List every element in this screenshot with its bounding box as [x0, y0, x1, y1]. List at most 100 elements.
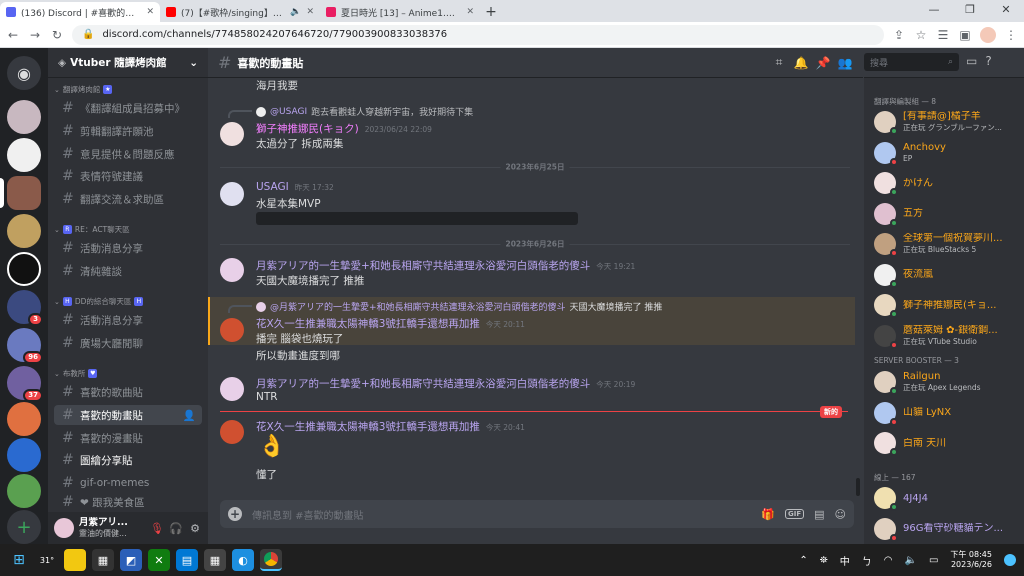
server-icon[interactable] — [7, 252, 41, 286]
gift-icon[interactable]: 🎁 — [761, 508, 775, 521]
threads-icon[interactable]: ⌗ — [771, 55, 787, 70]
calculator-icon[interactable]: ▦ — [204, 549, 226, 571]
bell-icon[interactable]: 🔔 — [793, 56, 809, 70]
reply-preview[interactable]: @USAGI 跑去看觀蛙人穿越新宇宙，我好期待下集 — [228, 105, 473, 118]
speaker-icon[interactable]: 🔈 — [904, 555, 916, 566]
server-icon[interactable] — [7, 438, 41, 472]
new-tab-button[interactable]: + — [480, 2, 502, 22]
member-item[interactable]: [有事請@]橘子羊 正在玩 グランブルーファン... — [874, 108, 1022, 136]
member-item[interactable]: 夜流嵐 — [874, 261, 1022, 289]
chevron-up-icon[interactable]: ⌃ — [799, 555, 807, 566]
channel-item[interactable]: # 意見提供＆問題反應 — [54, 144, 202, 164]
gif-button[interactable]: GIF — [784, 509, 805, 519]
spoiler-block[interactable] — [256, 212, 578, 225]
browser-tab-discord[interactable]: (136) Discord | #喜歡的動畫貼 | ✕ — [0, 2, 160, 22]
server-icon[interactable] — [7, 138, 41, 172]
ime-mode-icon[interactable]: ㄅ — [862, 553, 872, 568]
minimize-button[interactable]: — — [916, 0, 952, 22]
member-item[interactable]: Railgun 正在玩 Apex Legends — [874, 368, 1022, 396]
member-item[interactable]: 蘑菇萊姆 ✿-銀衛鋼... 正在玩 VTube Studio — [874, 322, 1022, 350]
notepad-icon[interactable]: ▤ — [176, 549, 198, 571]
category-header[interactable]: ⌄ 翻譯烤肉館 ★ — [54, 84, 113, 95]
member-item[interactable]: 白南 天川 — [874, 429, 1022, 457]
message-input[interactable]: 傳訊息到 #喜歡的動畫貼 — [252, 507, 751, 522]
sidebar-icon[interactable]: ▣ — [958, 28, 972, 42]
clock[interactable]: 下午 08:45 2023/6/26 — [950, 550, 992, 570]
add-server-icon[interactable]: + — [7, 510, 41, 544]
member-list-icon[interactable]: 👥 — [837, 56, 853, 70]
channel-item[interactable]: # ❤ 跟我美食區 — [54, 495, 202, 509]
reload-icon[interactable]: ↻ — [50, 28, 64, 42]
message-avatar[interactable] — [220, 182, 244, 206]
channel-item-unread[interactable]: # 圖繪分享貼 — [54, 450, 202, 470]
channel-item[interactable]: # 活動消息分享 — [54, 310, 202, 330]
channel-item[interactable]: # 《翻譯組成員招募中》 — [54, 98, 202, 118]
add-member-icon[interactable]: 👤 — [183, 409, 196, 422]
member-item[interactable]: 五方 — [874, 200, 1022, 228]
store-icon[interactable]: ▦ — [92, 549, 114, 571]
forward-icon[interactable]: → — [28, 28, 42, 42]
app-icon[interactable]: ◩ — [120, 549, 142, 571]
bookmark-star-icon[interactable]: ☆ — [914, 28, 928, 42]
channel-item[interactable]: # 清純雜談 — [54, 261, 202, 281]
back-icon[interactable]: ← — [6, 28, 20, 42]
playlist-icon[interactable]: ☰ — [936, 28, 950, 42]
server-icon[interactable] — [7, 402, 41, 436]
close-tab-icon[interactable]: ✕ — [306, 7, 314, 17]
member-item[interactable]: 96G看守砂糖貓テン... — [874, 515, 1022, 543]
url-field[interactable]: 🔒 discord.com/channels/77485802420764672… — [72, 24, 884, 45]
channel-item[interactable]: # 喜歡的漫畫貼 — [54, 428, 202, 448]
xbox-icon[interactable]: ✕ — [148, 549, 170, 571]
member-item[interactable]: Anchovy EP — [874, 139, 1022, 167]
file-explorer-icon[interactable] — [64, 549, 86, 571]
user-avatar[interactable] — [54, 518, 74, 538]
channel-item[interactable]: # 剪輯翻譯許願池 — [54, 121, 202, 141]
mute-mic-icon[interactable]: 🎙 — [150, 522, 164, 535]
browser-tab-anime1[interactable]: 夏日時光 [13] – Anime1.me 動畫 ✕ — [320, 2, 480, 22]
wifi-icon[interactable]: ◠ — [884, 555, 893, 566]
channel-item[interactable]: # gif-or-memes — [54, 473, 202, 493]
upload-plus-icon[interactable]: + — [228, 507, 242, 521]
weather-widget[interactable]: 31° — [36, 549, 58, 571]
channel-item[interactable]: # 翻譯交流＆求助區 — [54, 189, 202, 209]
guild-header[interactable]: ◈ Vtuber 隨譯烤肉館 ⌄ — [48, 48, 208, 78]
message-avatar[interactable] — [220, 122, 244, 146]
windows-start-icon[interactable]: ⊞ — [8, 549, 30, 571]
member-item[interactable]: 4J4J4 — [874, 484, 1022, 512]
message-avatar[interactable] — [220, 258, 244, 282]
member-item[interactable]: 山貓 LyNX — [874, 399, 1022, 427]
sticker-icon[interactable]: ▤ — [814, 508, 824, 521]
profile-avatar[interactable] — [980, 26, 996, 43]
network-icon[interactable]: ⛯ — [820, 555, 828, 566]
member-item[interactable]: 獅子神推娜民(キョ... — [874, 291, 1022, 319]
member-item[interactable]: 全球第一個祝賀夢川... 正在玩 BlueStacks 5 — [874, 230, 1022, 258]
category-header[interactable]: ⌄ H DD的綜合聊天區 H — [54, 296, 144, 307]
server-icon-selected[interactable] — [7, 176, 41, 210]
search-input[interactable]: 搜尋 ⌕ — [864, 53, 959, 71]
emoji-icon[interactable]: ☺ — [835, 508, 846, 521]
message-avatar[interactable] — [220, 420, 244, 444]
ime-indicator[interactable]: 中 — [840, 553, 850, 568]
discord-home-icon[interactable]: ◉ — [7, 56, 41, 90]
category-header[interactable]: ⌄ R RE：ACT聊天區 — [54, 224, 130, 235]
channel-item[interactable]: # 喜歡的歌曲貼 — [54, 382, 202, 402]
server-icon[interactable] — [7, 474, 41, 508]
server-icon[interactable] — [7, 100, 41, 134]
close-window-button[interactable]: ✕ — [988, 0, 1024, 22]
close-tab-icon[interactable]: ✕ — [146, 7, 154, 17]
category-header[interactable]: ⌄ 布教所 ♥ — [54, 368, 98, 379]
server-icon[interactable] — [7, 214, 41, 248]
chrome-icon[interactable] — [260, 549, 282, 571]
inbox-icon[interactable]: ▭ — [966, 54, 977, 68]
channel-item-selected[interactable]: # 喜歡的動畫貼 👤 — [54, 405, 202, 425]
server-icon[interactable]: 3 — [7, 290, 43, 326]
close-tab-icon[interactable]: ✕ — [466, 7, 474, 17]
notification-icon[interactable] — [1004, 554, 1016, 566]
reply-preview[interactable]: @月紫アリア的一生摯愛+和她長相廝守共結連理永浴愛河白頭偕老的傻斗 天國大魔境播完… — [228, 300, 662, 313]
channel-item[interactable]: # 活動消息分享 — [54, 238, 202, 258]
message-avatar[interactable] — [220, 377, 244, 401]
maximize-button[interactable]: ❐ — [952, 0, 988, 22]
chat-scrollbar[interactable] — [856, 478, 860, 496]
gear-icon[interactable]: ⚙ — [188, 522, 202, 535]
share-icon[interactable]: ⇪ — [892, 28, 906, 42]
